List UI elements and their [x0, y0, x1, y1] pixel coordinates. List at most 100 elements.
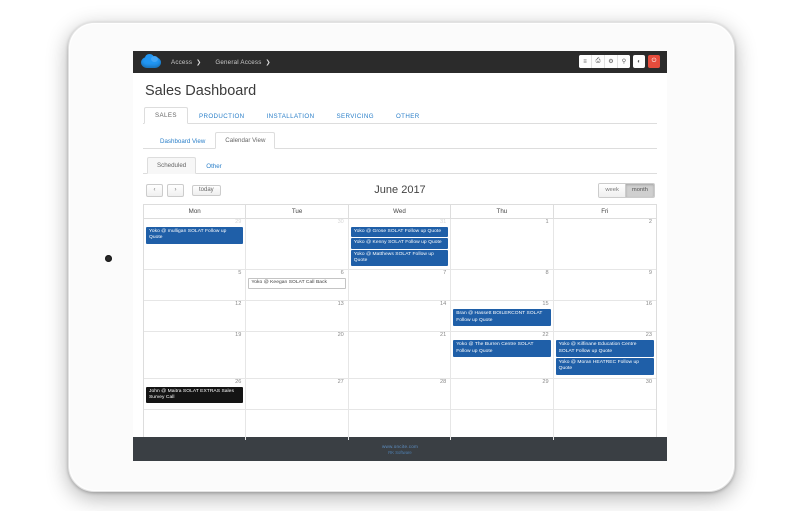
calendar-event[interactable]: John @ Maitra SOLAT EXTRAS Sales Survey …	[146, 386, 244, 404]
calendar-day-cell[interactable]	[451, 409, 554, 440]
calendar-day-number: 8	[545, 270, 549, 277]
calendar-week-row: 12 13 14 15 Bran @ Hassett BOILERCONT SOLAT …	[144, 301, 656, 333]
calendar-week-row: 26 John @ Maitra SOLAT EXTRAS Sales Surve…	[144, 378, 656, 410]
calendar-day-cell[interactable]	[144, 409, 247, 440]
calendar-day-number: 29	[542, 378, 549, 385]
tab-sales[interactable]: SALES	[144, 107, 188, 124]
tab-scheduled[interactable]: Scheduled	[147, 157, 197, 174]
calendar-day-cell[interactable]: 13	[246, 301, 349, 332]
calendar-day-cell[interactable]	[554, 410, 656, 440]
tab-calendar-view[interactable]: Calendar View	[215, 132, 276, 149]
calendar-day-number	[146, 410, 243, 412]
calendar-day-cell[interactable]: 1	[451, 219, 554, 270]
calendar-day-cell[interactable]: 2	[554, 219, 656, 269]
calendar-event[interactable]: Yoko @ Moran HEATREC Follow up Quote	[555, 358, 654, 375]
cloud-logo-icon[interactable]	[141, 53, 161, 68]
next-month-button[interactable]: ›	[167, 183, 184, 197]
calendar-day-cell[interactable]: 30	[554, 379, 656, 409]
calendar-day-cell[interactable]	[349, 409, 452, 440]
calendar-day-number: 16	[645, 301, 652, 308]
calendar-event[interactable]: Yoko @ Kilfinane Education Centre SOLAT …	[555, 340, 654, 357]
search-icon[interactable]: ⚲	[618, 55, 630, 68]
print-icon[interactable]: ⎙	[592, 55, 605, 68]
day-header-thu: Thu	[451, 205, 554, 218]
calendar-day-number: 28	[439, 378, 447, 385]
power-icon[interactable]: ⏻	[648, 55, 660, 68]
tab-dashboard-view[interactable]: Dashboard View	[150, 133, 215, 149]
calendar-day-number: 20	[337, 332, 344, 339]
calendar-week-row	[144, 409, 656, 440]
footer-company-label: RK Software	[388, 449, 412, 455]
calendar-day-cell[interactable]: 22 Yoko @ The Burren Centre SOLAT Follow …	[451, 332, 554, 378]
calendar-day-cell[interactable]: 6 Yoko @ Keegan SOLAT Call Back	[246, 270, 349, 301]
top-bar-actions: ≡ ⎙ ⚙ ⚲ ◐ ⏻	[579, 55, 663, 68]
calendar-day-number: 1	[545, 219, 549, 225]
tab-installation[interactable]: INSTALLATION	[256, 108, 326, 124]
today-button[interactable]: today	[192, 184, 221, 196]
calendar-event[interactable]: Yoko @ The Burren Centre SOLAT Follow up…	[453, 340, 551, 357]
calendar-day-number: 13	[337, 301, 344, 308]
calendar-event[interactable]: Yoko @ Keegan SOLAT Call Back	[248, 278, 346, 289]
tab-servicing[interactable]: SERVICING	[325, 108, 385, 124]
app-top-bar: Access ❯ General Access ❯ ≡ ⎙ ⚙ ⚲ ◐ ⏻	[133, 51, 667, 73]
calendar-day-cell[interactable]: 5	[144, 270, 247, 301]
calendar-day-cell[interactable]: 8	[451, 270, 554, 301]
footer-website-link[interactable]: www.oncite.com	[382, 444, 418, 449]
calendar-day-cell[interactable]: 28	[349, 378, 452, 409]
calendar-day-cell[interactable]: 30	[246, 219, 349, 270]
list-icon[interactable]: ≡	[579, 55, 592, 68]
calendar-day-cell[interactable]	[246, 409, 349, 440]
calendar-day-cell[interactable]: 23 Yoko @ Kilfinane Education Centre SOLA…	[554, 332, 656, 377]
calendar-day-number: 2	[648, 219, 652, 225]
calendar-event[interactable]: Yoko @ mulligan SOLAT Follow up Quote	[146, 226, 244, 244]
contrast-icon[interactable]: ◐	[633, 55, 645, 68]
prev-month-button[interactable]: ‹	[146, 183, 163, 197]
calendar-nav-group: ‹ › today	[146, 183, 221, 197]
power-button-group: ⏻	[648, 55, 660, 68]
help-icon[interactable]: ⚙	[605, 55, 618, 68]
calendar-day-number: 30	[645, 378, 652, 385]
calendar-day-cell[interactable]: 15 Bran @ Hassett BOILERCONT SOLAT Follow…	[451, 301, 554, 332]
calendar-day-cell[interactable]: 19	[144, 332, 247, 378]
calendar-day-number: 12	[235, 301, 242, 308]
calendar-day-cell[interactable]: 31 Yoko @ Grose SOLAT Follow up Quote Yoko…	[349, 219, 452, 270]
tab-other-filter[interactable]: Other	[196, 158, 231, 174]
breadcrumb-general-access[interactable]: General Access ❯	[215, 59, 270, 66]
calendar-day-number: 26	[235, 378, 242, 385]
screenshot-stage: Access ❯ General Access ❯ ≡ ⎙ ⚙ ⚲ ◐ ⏻ Sa…	[0, 0, 800, 511]
calendar-event[interactable]: Yoko @ Grose SOLAT Follow up Quote	[350, 226, 449, 238]
calendar-day-cell[interactable]: 16	[554, 301, 656, 331]
calendar-day-cell[interactable]: 14	[349, 301, 452, 332]
calendar-day-cell[interactable]: 21	[349, 332, 452, 378]
calendar-day-number: 30	[337, 219, 344, 225]
calendar-grid: Mon Tue Wed Thu Fri 29 Yoko @ mulligan SO…	[143, 204, 657, 441]
calendar-day-number: 27	[337, 378, 344, 385]
calendar-day-cell[interactable]: 29 Yoko @ mulligan SOLAT Follow up Quote	[144, 219, 247, 270]
calendar-day-cell[interactable]: 9	[554, 270, 656, 300]
calendar-event[interactable]: Yoko @ Kenny SOLAT Follow up Quote	[350, 238, 449, 249]
breadcrumb-access-label: Access	[171, 58, 193, 66]
calendar-day-cell[interactable]: 12	[144, 301, 247, 332]
chevron-right-icon: ❯	[265, 59, 271, 66]
day-header-mon: Mon	[144, 205, 247, 218]
calendar-day-cell[interactable]: 29	[451, 378, 554, 409]
contrast-button-group: ◐	[633, 55, 645, 68]
calendar-day-cell[interactable]: 27	[246, 378, 349, 409]
calendar-day-number: 9	[648, 270, 652, 277]
calendar-event[interactable]: Yoko @ Matthews SOLAT Follow up Quote	[350, 249, 449, 267]
chevron-right-icon: ❯	[196, 59, 202, 66]
tablet-screen: Access ❯ General Access ❯ ≡ ⎙ ⚙ ⚲ ◐ ⏻ Sa…	[133, 51, 667, 461]
calendar-day-cell[interactable]: 26 John @ Maitra SOLAT EXTRAS Sales Surve…	[144, 378, 247, 409]
calendar-day-cell[interactable]: 7	[349, 270, 452, 301]
calendar-weeks-container: 29 Yoko @ mulligan SOLAT Follow up Quote 3…	[144, 219, 656, 440]
tablet-device-frame: Access ❯ General Access ❯ ≡ ⎙ ⚙ ⚲ ◐ ⏻ Sa…	[68, 22, 735, 492]
calendar-event[interactable]: Bran @ Hassett BOILERCONT SOLAT Follow u…	[453, 309, 551, 326]
calendar-day-number: 22	[542, 332, 549, 339]
breadcrumb-access[interactable]: Access ❯	[171, 59, 201, 66]
tab-other[interactable]: OTHER	[385, 108, 431, 124]
view-week-button[interactable]: week	[599, 183, 626, 197]
calendar-day-number: 31	[439, 219, 447, 225]
calendar-day-cell[interactable]: 20	[246, 332, 349, 378]
view-month-button[interactable]: month	[625, 183, 654, 197]
tab-production[interactable]: PRODUCTION	[188, 108, 256, 124]
